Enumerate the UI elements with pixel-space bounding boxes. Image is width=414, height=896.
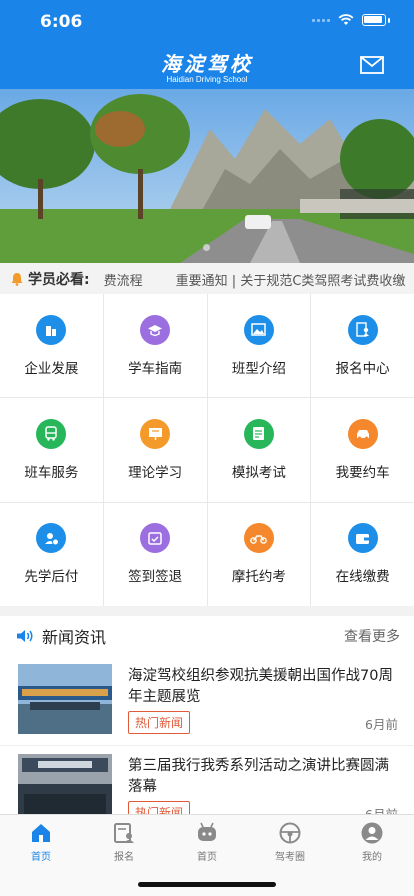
logo-english: Haidian Driving School xyxy=(166,75,248,84)
profile-icon xyxy=(361,822,383,844)
image-icon xyxy=(243,314,274,345)
status-icons xyxy=(312,14,390,26)
menu-label: 我要约车 xyxy=(335,464,390,481)
menu-label: 理论学习 xyxy=(128,464,183,481)
carousel-dot[interactable] xyxy=(203,244,210,251)
menu-item-learn-first-pay-later[interactable]: 先学后付 xyxy=(0,502,103,606)
notice-text[interactable]: 费流程 重要通知 | 关于规范C类驾照考试费收缴 xyxy=(104,270,406,289)
tab-community[interactable]: 驾考圈 xyxy=(260,821,320,863)
graduation-cap-icon xyxy=(140,314,171,345)
menu-label: 班车服务 xyxy=(24,464,79,481)
motorcycle-icon xyxy=(243,523,274,554)
banner-image[interactable] xyxy=(0,89,414,263)
status-time: 6:06 xyxy=(40,12,83,32)
menu-label: 签到签退 xyxy=(128,569,183,586)
news-tag: 热门新闻 xyxy=(128,801,191,814)
tab-label: 报名 xyxy=(114,852,134,863)
tab-robot[interactable]: 首页 xyxy=(177,821,237,863)
tab-label: 驾考圈 xyxy=(275,852,305,863)
menu-item-theory[interactable]: 理论学习 xyxy=(103,398,207,502)
menu-item-classes[interactable]: 班型介绍 xyxy=(207,294,311,398)
tab-label: 首页 xyxy=(31,852,51,863)
news-item[interactable]: 第三届我行我秀系列活动之演讲比赛圆满落幕 热门新闻 6月前 xyxy=(0,746,414,814)
tab-label: 首页 xyxy=(197,852,217,863)
tab-profile[interactable]: 我的 xyxy=(342,821,402,863)
mail-icon[interactable] xyxy=(360,56,384,74)
notice-label: 学员必看: xyxy=(28,272,90,288)
tab-home[interactable]: 首页 xyxy=(11,821,71,863)
board-icon xyxy=(140,418,171,449)
logo: 海淀驾校 Haidian Driving School xyxy=(0,48,414,84)
bus-icon xyxy=(36,418,67,449)
bell-icon xyxy=(11,273,23,286)
car-icon xyxy=(347,418,378,449)
exam-sheet-icon xyxy=(243,418,274,449)
news-section-header: 新闻资讯 查看更多 xyxy=(0,616,414,656)
status-bar: 6:06 xyxy=(0,0,414,44)
user-form-icon xyxy=(347,314,378,345)
news-headline: 第三届我行我秀系列活动之演讲比赛圆满落幕 xyxy=(128,758,389,795)
menu-item-registration[interactable]: 报名中心 xyxy=(311,294,414,398)
news-title: 新闻资讯 xyxy=(42,628,107,647)
news-tag: 热门新闻 xyxy=(128,711,191,734)
user-pay-icon xyxy=(36,523,67,554)
menu-label: 模拟考试 xyxy=(231,464,286,481)
menu-item-book-car[interactable]: 我要约车 xyxy=(311,398,414,502)
menu-grid: 企业发展 学车指南 班型介绍 报名中心 班车服务 理论学习 模拟考试 我要约车 … xyxy=(0,294,414,606)
menu-item-online-payment[interactable]: 在线缴费 xyxy=(311,502,414,606)
menu-label: 报名中心 xyxy=(335,360,390,377)
news-headline: 海淀驾校组织参观抗美援朝出国作战70周年主题展览 xyxy=(128,668,393,705)
menu-item-motorcycle-exam[interactable]: 摩托约考 xyxy=(207,502,311,606)
news-item[interactable]: 海淀驾校组织参观抗美援朝出国作战70周年主题展览 热门新闻 6月前 xyxy=(0,656,414,746)
menu-item-shuttle[interactable]: 班车服务 xyxy=(0,398,103,502)
app-header: 6:06 海淀驾校 Haidian Driving School xyxy=(0,0,414,89)
home-indicator[interactable] xyxy=(138,882,276,887)
building-icon xyxy=(36,314,67,345)
speaker-icon xyxy=(17,630,33,642)
news-time: 6月前 xyxy=(365,804,398,814)
view-more-link[interactable]: 查看更多 xyxy=(344,626,400,646)
menu-label: 先学后付 xyxy=(24,569,79,586)
news-thumbnail xyxy=(18,664,112,734)
menu-label: 在线缴费 xyxy=(335,569,390,586)
cellular-signal-icon xyxy=(312,18,330,22)
menu-item-check-in[interactable]: 签到签退 xyxy=(103,502,207,606)
menu-item-guide[interactable]: 学车指南 xyxy=(103,294,207,398)
menu-label: 学车指南 xyxy=(128,360,183,377)
wallet-icon xyxy=(347,523,378,554)
menu-item-enterprise[interactable]: 企业发展 xyxy=(0,294,103,398)
menu-item-mock-exam[interactable]: 模拟考试 xyxy=(207,398,311,502)
menu-label: 摩托约考 xyxy=(231,569,286,586)
menu-label: 企业发展 xyxy=(24,360,79,377)
news-thumbnail xyxy=(18,754,112,814)
wifi-icon xyxy=(338,14,354,25)
tab-label: 我的 xyxy=(362,852,382,863)
robot-icon xyxy=(198,822,216,841)
calendar-check-icon xyxy=(140,523,171,554)
logo-chinese: 海淀驾校 xyxy=(161,52,253,76)
news-time: 6月前 xyxy=(365,717,398,732)
notice-ticker[interactable]: 学员必看: 费流程 重要通知 | 关于规范C类驾照考试费收缴 xyxy=(0,263,414,295)
battery-icon xyxy=(362,14,386,26)
home-icon xyxy=(32,824,50,842)
news-list: 海淀驾校组织参观抗美援朝出国作战70周年主题展览 热门新闻 6月前 第三届我行我… xyxy=(0,656,414,814)
register-icon xyxy=(114,823,134,843)
banner-landscape xyxy=(0,89,414,263)
tab-register[interactable]: 报名 xyxy=(94,821,154,863)
menu-label: 班型介绍 xyxy=(231,360,286,377)
steering-wheel-icon xyxy=(279,822,301,844)
